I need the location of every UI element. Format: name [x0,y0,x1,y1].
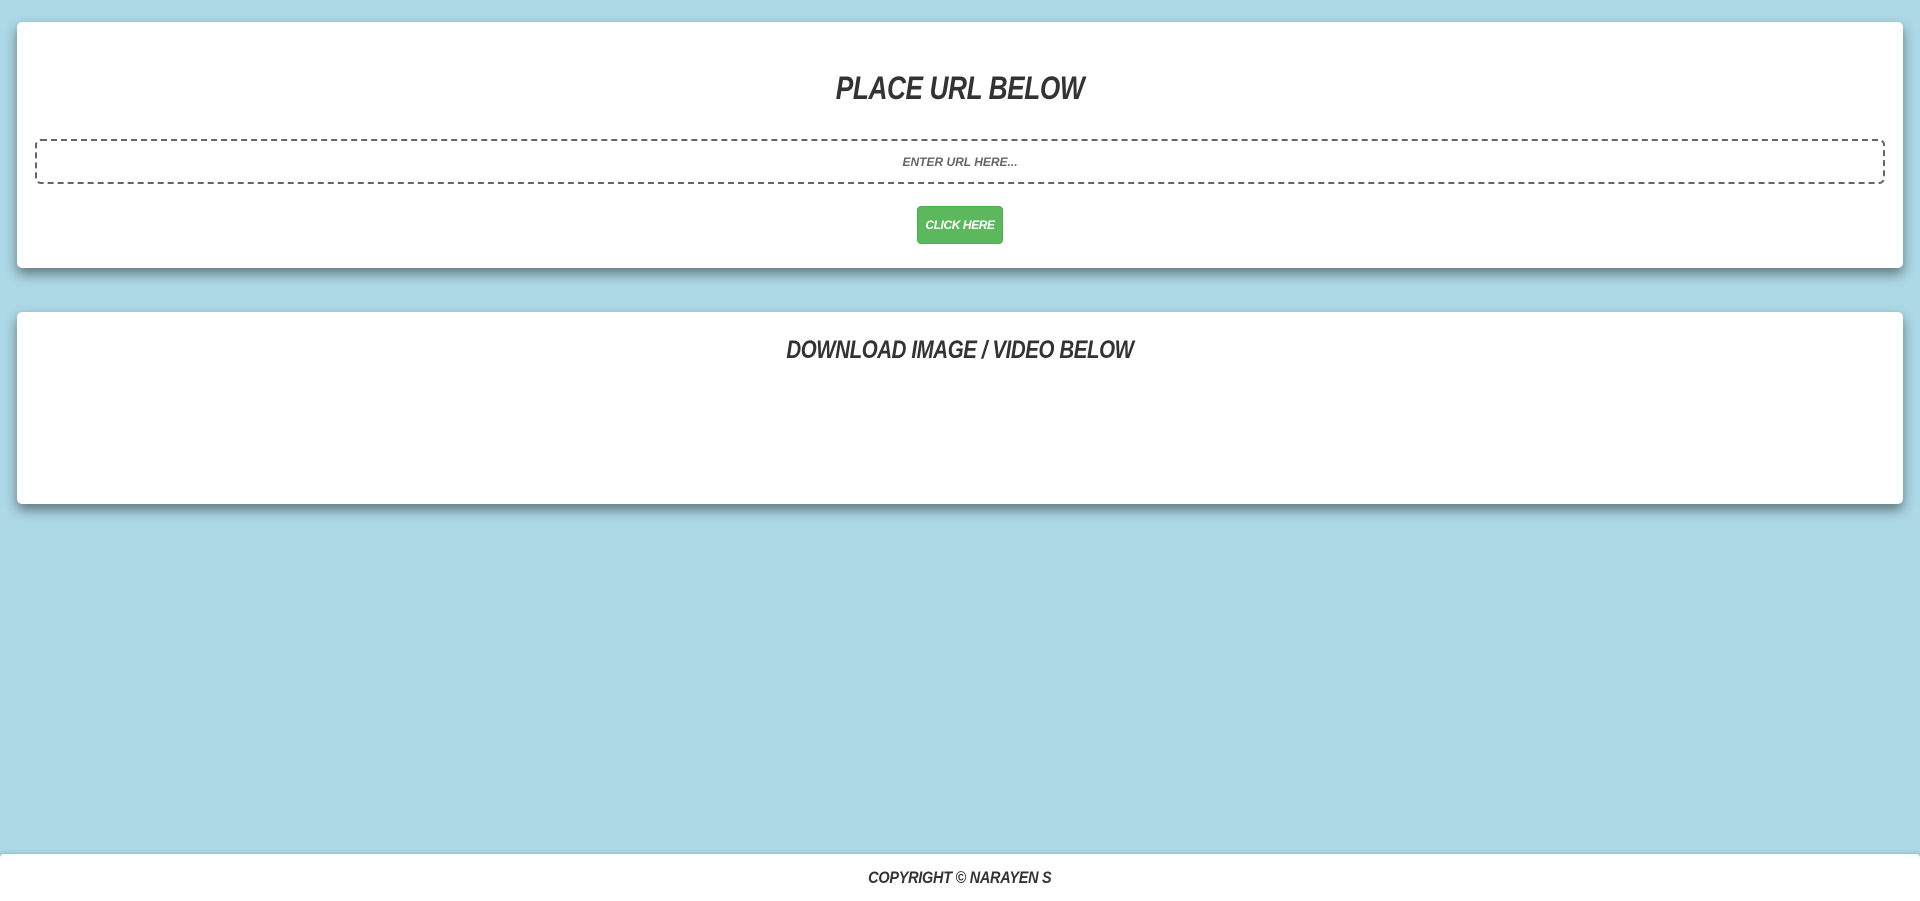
url-input-card: Place URL Below Click Here [17,22,1903,268]
download-section-title: Download Image / Video Below [786,336,1134,364]
download-card: Download Image / Video Below [17,312,1903,504]
footer: Copyright © Narayen S [0,854,1920,901]
url-section-title: Place URL Below [835,70,1085,106]
download-results-area [35,380,1885,486]
url-input[interactable] [35,139,1885,184]
click-here-button[interactable]: Click Here [917,206,1003,244]
copyright-text: Copyright © Narayen S [868,868,1052,887]
